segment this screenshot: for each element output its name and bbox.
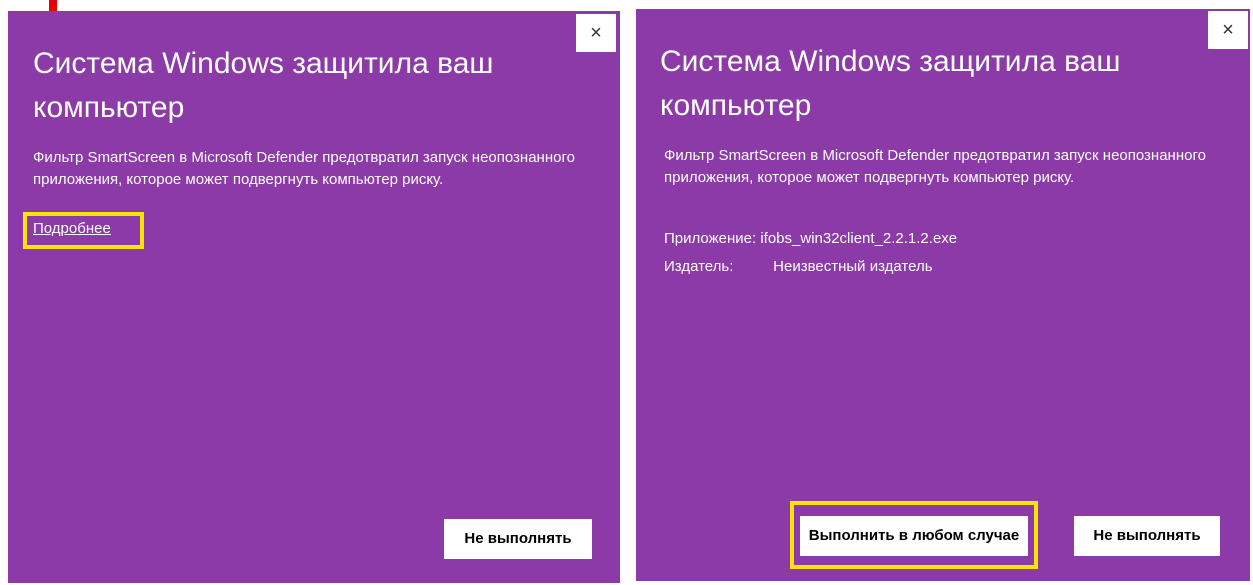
app-info-row: Приложение: ifobs_win32client_2.2.1.2.ex… xyxy=(664,229,957,249)
dialog-title: Система Windows защитила ваш компьютер xyxy=(660,45,1121,122)
close-button[interactable]: × xyxy=(576,14,616,52)
dialog-description: Фильтр SmartScreen в Microsoft Defender … xyxy=(33,149,575,188)
smartscreen-dialog-collapsed: × Система Windows защитила ваш компьютер… xyxy=(8,11,620,583)
dont-run-button[interactable]: Не выполнять xyxy=(1074,516,1220,556)
close-icon[interactable]: × xyxy=(590,22,602,44)
publisher-info-row: Издатель: Неизвестный издатель xyxy=(664,257,933,277)
close-icon[interactable]: × xyxy=(1222,19,1234,41)
publisher-value: Неизвестный издатель xyxy=(773,258,933,275)
dialog-title: Система Windows защитила ваш компьютер xyxy=(33,47,494,124)
dont-run-button[interactable]: Не выполнять xyxy=(444,519,592,559)
smartscreen-dialog-expanded: × Система Windows защитила ваш компьютер… xyxy=(636,9,1250,581)
screenshot-stage: × Система Windows защитила ваш компьютер… xyxy=(0,0,1253,585)
app-label: Приложение: xyxy=(664,230,761,247)
publisher-label: Издатель: xyxy=(664,258,734,275)
dialog-description: Фильтр SmartScreen в Microsoft Defender … xyxy=(664,147,1206,186)
app-value: ifobs_win32client_2.2.1.2.exe xyxy=(760,230,958,247)
close-button[interactable]: × xyxy=(1208,11,1248,49)
more-info-link[interactable]: Подробнее xyxy=(33,219,111,239)
run-anyway-button[interactable]: Выполнить в любом случае xyxy=(800,516,1028,556)
